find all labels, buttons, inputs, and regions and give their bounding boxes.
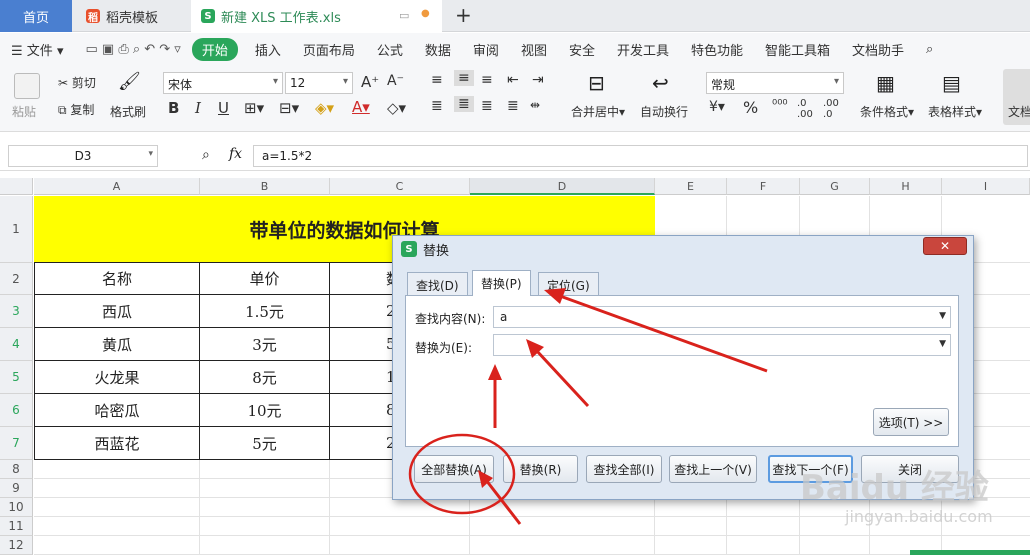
watermark-url: jingyan.baidu.com [845, 507, 993, 526]
arrow-to-replace-input [534, 348, 590, 408]
highlight-circle [408, 433, 516, 515]
arrowhead [544, 288, 566, 304]
arrow-to-replace-tab [559, 294, 768, 373]
baidu-watermark: Baidu 经验 [800, 468, 989, 508]
tab-replace-label: 替换(P) [481, 277, 522, 291]
status-bar-accent [910, 550, 1030, 555]
arrowhead [488, 364, 502, 380]
tab-replace[interactable]: 替换(P) [472, 270, 531, 296]
arrow-to-replace-all [484, 479, 522, 525]
